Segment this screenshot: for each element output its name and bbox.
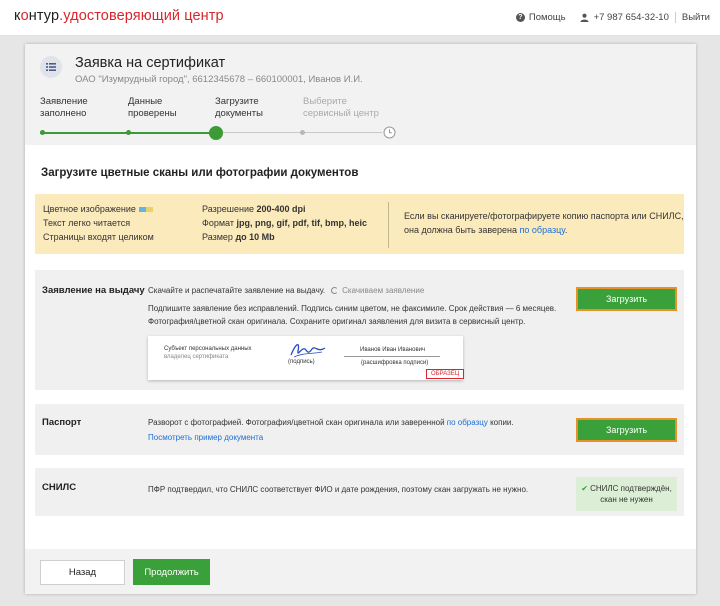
requirements-quality: Цветное изображение Текст легко читается… — [43, 202, 154, 244]
step-line: документы — [215, 108, 263, 119]
requirement-resolution: Разрешение 200-400 dpi — [202, 204, 306, 214]
color-swatch-icon — [138, 207, 153, 213]
requirement-item: Цветное изображение — [43, 202, 154, 216]
step-line: сервисный центр — [303, 108, 379, 119]
upload-application-button[interactable]: Загрузить — [576, 287, 677, 311]
step-data: Данные проверены — [128, 96, 208, 120]
top-nav: ? Помощь +7 987 654-32-10 Выйти — [515, 12, 710, 23]
step-service-center: Выберите сервисный центр — [303, 96, 403, 120]
request-header: Заявка на сертификат ОАО "Изумрудный гор… — [25, 44, 696, 145]
requirements-box: Цветное изображение Текст легко читается… — [35, 194, 684, 254]
logo-letter: к — [14, 8, 21, 24]
sample-subject: Субъект персональных данных владелец сер… — [164, 346, 252, 360]
step-line: заполнено — [40, 108, 87, 119]
requirement-size: Размер до 10 Mb — [202, 232, 275, 242]
application-sample: Субъект персональных данных владелец сер… — [148, 336, 465, 380]
certification-note: Если вы сканируете/фотографируете копию … — [404, 211, 684, 235]
back-button[interactable]: Назад — [40, 560, 125, 585]
sample-stamp: ОБРАЗЕЦ — [426, 369, 465, 379]
document-application: Заявление на выдачу Скачайте и распечата… — [35, 270, 684, 390]
top-bar: контур.удостоверяющий центр ? Помощь +7 … — [0, 0, 720, 36]
example-document-link[interactable]: Посмотреть пример документа — [148, 433, 263, 442]
logout-link[interactable]: Выйти — [682, 12, 710, 23]
requirements-technical: Разрешение 200-400 dpi Формат jpg, png, … — [202, 202, 367, 244]
decode-label: (расшифровка подписи) — [361, 360, 429, 366]
logo-text: нтур — [28, 8, 60, 24]
step-dot-done — [126, 130, 131, 135]
signature-icon — [290, 344, 326, 358]
logo[interactable]: контур.удостоверяющий центр — [14, 8, 224, 24]
user-phone[interactable]: +7 987 654-32-10 — [566, 12, 669, 23]
clock-icon — [383, 126, 396, 139]
step-line: проверены — [128, 108, 177, 119]
document-instructions: Скачайте и распечатайте заявление на выд… — [148, 286, 557, 326]
document-name: СНИЛС — [42, 482, 77, 493]
help-link[interactable]: ? Помощь — [515, 12, 566, 23]
user-icon — [580, 13, 589, 22]
step-application: Заявление заполнено — [40, 96, 120, 120]
step-dot-done — [40, 130, 45, 135]
phone-label: +7 987 654-32-10 — [593, 12, 669, 23]
step-line: Выберите — [303, 96, 347, 107]
requirement-item: Страницы входят целиком — [43, 232, 154, 242]
signature-label: (подпись) — [288, 359, 315, 365]
download-status: Скачиваем заявление — [342, 286, 425, 295]
signature-line — [344, 356, 440, 357]
step-documents: Загрузите документы — [215, 96, 295, 120]
requirements-divider — [388, 202, 389, 248]
snils-confirmed-badge: ✔ СНИЛС подтверждён, скан не нужен — [576, 477, 677, 511]
document-snils: СНИЛС ПФР подтвердил, что СНИЛС соответс… — [35, 468, 684, 516]
help-label: Помощь — [528, 12, 566, 23]
step-line: Данные — [128, 96, 163, 107]
sample-link[interactable]: по образцу — [447, 418, 488, 427]
document-instructions: ПФР подтвердил, что СНИЛС соответствует … — [148, 485, 529, 494]
spinner-icon — [331, 287, 339, 294]
progress-remaining — [216, 132, 382, 133]
sample-link[interactable]: по образцу — [520, 225, 565, 235]
document-name: Паспорт — [42, 417, 82, 428]
step-dot-upcoming — [300, 130, 305, 135]
organization-info: ОАО "Изумрудный город", 6612345678 – 660… — [75, 74, 363, 85]
request-card: Заявка на сертификат ОАО "Изумрудный гор… — [25, 44, 696, 594]
page-title: Заявка на сертификат — [75, 55, 226, 71]
logo-o: о — [20, 8, 29, 24]
document-instructions: Разворот с фотографией. Фотография/цветн… — [148, 418, 514, 442]
help-icon: ? — [515, 13, 525, 22]
step-line: Загрузите — [215, 96, 259, 107]
step-dot-current — [209, 126, 223, 140]
sample-person: Иванов Иван Иванович — [360, 347, 426, 353]
nav-divider — [674, 12, 676, 23]
card-footer: Назад Продолжить — [25, 549, 696, 594]
list-icon — [40, 56, 62, 78]
document-name: Заявление на выдачу — [42, 285, 145, 296]
logo-product: .удостоверяющий центр — [59, 8, 224, 24]
upload-passport-button[interactable]: Загрузить — [576, 418, 677, 442]
continue-button[interactable]: Продолжить — [133, 559, 210, 585]
step-line: Заявление — [40, 96, 88, 107]
section-title: Загрузите цветные сканы или фотографии д… — [41, 167, 359, 179]
document-passport: Паспорт Разворот с фотографией. Фотограф… — [35, 404, 684, 455]
requirement-item: Текст легко читается — [43, 218, 131, 228]
check-icon: ✔ — [581, 484, 588, 493]
requirement-format: Формат jpg, png, gif, pdf, tif, bmp, hei… — [202, 218, 367, 228]
